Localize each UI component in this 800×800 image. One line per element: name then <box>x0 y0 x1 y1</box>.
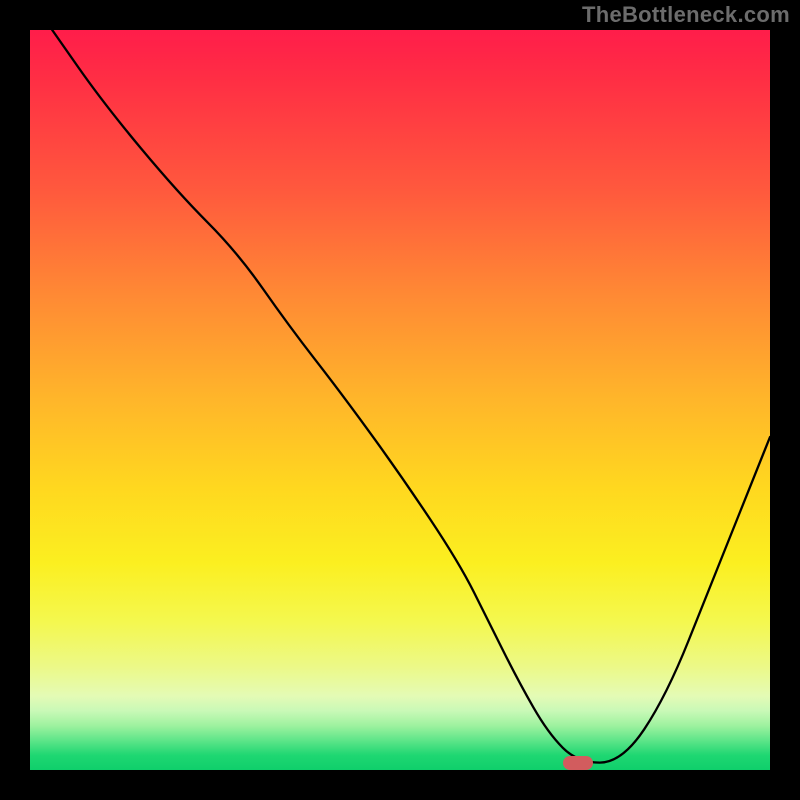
bottleneck-curve <box>30 30 770 770</box>
watermark-text: TheBottleneck.com <box>582 2 790 28</box>
plot-area <box>30 30 770 770</box>
minimum-marker <box>563 756 593 770</box>
chart-stage: TheBottleneck.com <box>0 0 800 800</box>
